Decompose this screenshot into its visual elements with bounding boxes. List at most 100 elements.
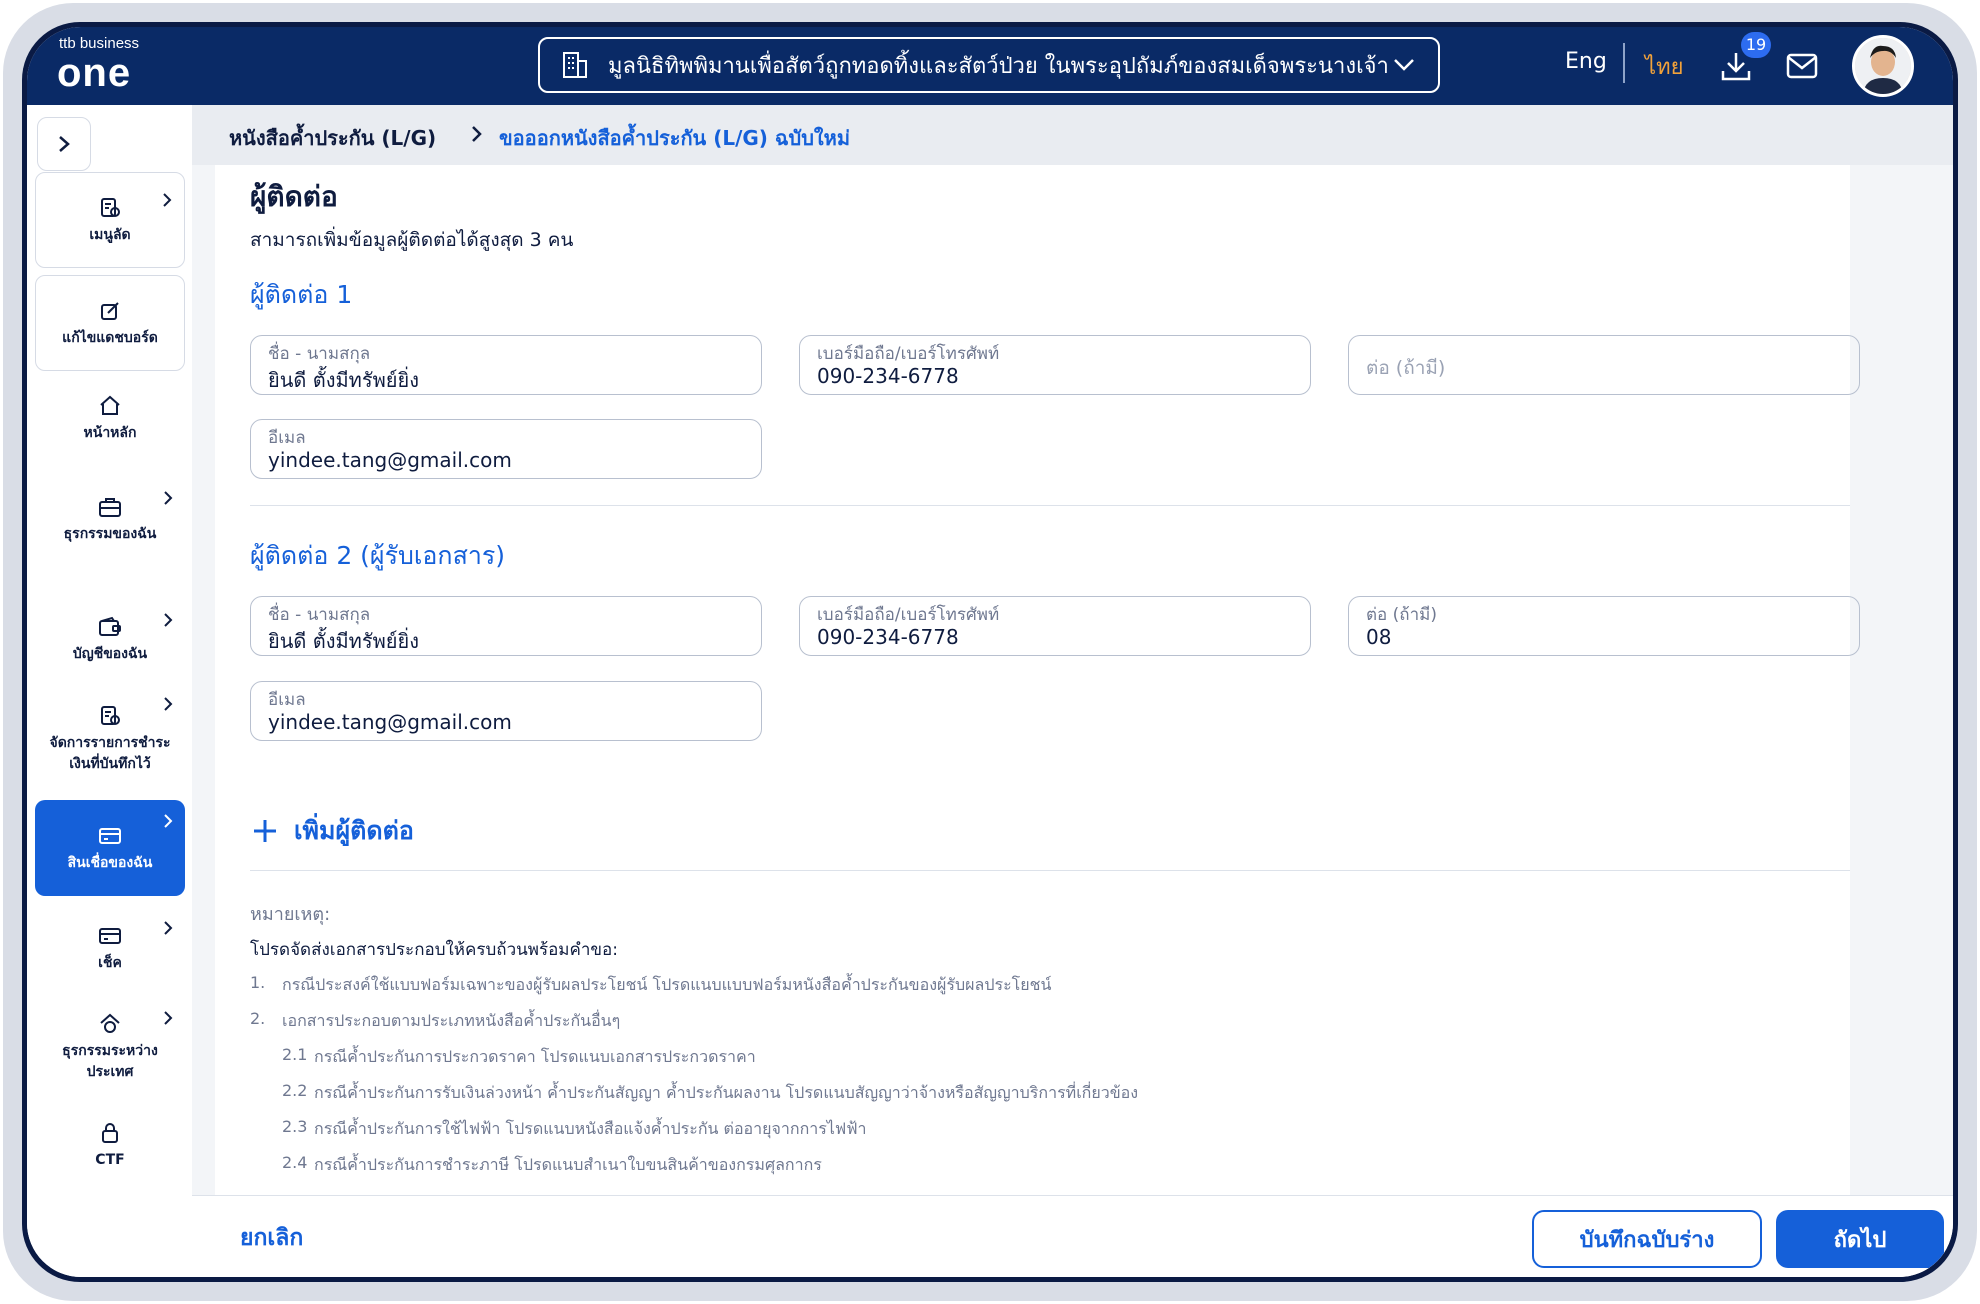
lock-icon [97, 1120, 123, 1146]
sidebar-item-label: หน้าหลัก [83, 424, 137, 441]
contact-2-email-field[interactable]: อีเมล yindee.tang@gmail.com [250, 681, 762, 741]
field-label: อีเมล [268, 690, 306, 710]
sidebar-item-label: บัญชีของฉัน [72, 645, 148, 662]
building-icon [560, 50, 590, 80]
sidebar-item-label: แก้ไขแดชบอร์ด [62, 329, 158, 346]
footer-bar: ยกเลิก บันทึกฉบับร่าง ถัดไป [192, 1195, 1953, 1277]
note-number: 2.2 [282, 1081, 308, 1100]
field-label: ชื่อ - นามสกุล [268, 605, 371, 625]
brand-small: ttb business [59, 35, 140, 52]
field-value: ยินดี ตั้งมีทรัพย์ยิ่ง [268, 629, 419, 653]
briefcase-icon [97, 494, 123, 520]
chevron-right-icon [159, 812, 177, 830]
field-placeholder: ต่อ (ถ้ามี) [1366, 357, 1446, 379]
contact-2-ext-field[interactable]: ต่อ (ถ้ามี) 08 [1348, 596, 1860, 656]
edit-icon [97, 298, 123, 324]
note-number: 1. [250, 973, 266, 992]
contact-2-name-field[interactable]: ชื่อ - นามสกุล ยินดี ตั้งมีทรัพย์ยิ่ง [250, 596, 762, 656]
field-label: เบอร์มือถือ/เบอร์โทรศัพท์ [817, 344, 1000, 364]
avatar[interactable] [1852, 35, 1914, 97]
contact-1-name-field[interactable]: ชื่อ - นามสกุล ยินดี ตั้งมีทรัพย์ยิ่ง [250, 335, 762, 395]
field-value: 090-234-6778 [817, 625, 959, 649]
organization-name: มูลนิธิทิพพิมานเพื่อสัตว์ถูกทอดทิ้งและสั… [608, 53, 1388, 79]
notes-heading: หมายเหตุ: [250, 904, 331, 925]
shortcut-icon [97, 195, 123, 221]
field-value: ยินดี ตั้งมีทรัพย์ยิ่ง [268, 368, 419, 392]
document-icon [97, 703, 123, 729]
save-draft-button[interactable]: บันทึกฉบับร่าง [1532, 1210, 1762, 1268]
note-text: เอกสารประกอบตามประเภทหนังสือค้ำประกันอื่… [282, 1011, 621, 1030]
note-number: 2.1 [282, 1045, 308, 1064]
card-icon [97, 823, 123, 849]
note-text: กรณีประสงค์ใช้แบบฟอร์มเฉพาะของผู้รับผลปร… [282, 975, 1052, 994]
language-english[interactable]: Eng [1565, 49, 1607, 74]
field-label: อีเมล [268, 428, 306, 448]
divider [250, 505, 1850, 506]
contact-1-ext-field[interactable]: ต่อ (ถ้ามี) [1348, 335, 1860, 395]
note-number: 2.4 [282, 1153, 308, 1172]
download-badge: 19 [1741, 32, 1771, 58]
sidebar-item-my-transactions[interactable]: ธุรกรรมของฉัน [35, 469, 185, 569]
breadcrumb: หนังสือค้ำประกัน (L/G) ขอออกหนังสือค้ำปร… [192, 105, 1953, 165]
sidebar: เมนูลัด แก้ไขแดชบอร์ด หน้าหลัก ธุรกรรมขอ… [27, 105, 193, 1277]
wallet-icon [97, 614, 123, 640]
sidebar-item-label: CTF [95, 1151, 125, 1168]
note-text: กรณีค้ำประกันการใช้ไฟฟ้า โปรดแนบหนังสือแ… [314, 1119, 867, 1138]
app-screen: ttb business one มูลนิธิทิพพิมานเพื่อสัต… [27, 27, 1953, 1277]
chevron-right-icon [468, 123, 488, 145]
divider [250, 870, 1850, 871]
language-thai[interactable]: ไทย [1645, 49, 1683, 84]
top-bar: ttb business one มูลนิธิทิพพิมานเพื่อสัต… [27, 27, 1953, 105]
chevron-right-icon [159, 489, 177, 507]
notes-intro: โปรดจัดส่งเอกสารประกอบให้ครบถ้วนพร้อมคำข… [250, 940, 618, 960]
breadcrumb-current: ขอออกหนังสือค้ำประกัน (L/G) ฉบับใหม่ [499, 126, 851, 150]
note-number: 2. [250, 1009, 266, 1028]
sidebar-expand-button[interactable] [37, 117, 91, 171]
sidebar-item-label: เช็ค [98, 954, 122, 971]
sidebar-item-shortcut[interactable]: เมนูลัด [35, 172, 185, 268]
brand-logo[interactable]: one [57, 51, 131, 95]
contact-1-email-field[interactable]: อีเมล yindee.tang@gmail.com [250, 419, 762, 479]
chevron-down-icon [1390, 51, 1418, 79]
sidebar-item-label: สินเชื่อของฉัน [67, 854, 153, 871]
language-divider [1623, 43, 1625, 83]
note-text: กรณีค้ำประกันการรับเงินล่วงหน้า ค้ำประกั… [314, 1083, 1139, 1102]
sidebar-item-label: เมนูลัด [89, 226, 131, 243]
contact-2-heading: ผู้ติดต่อ 2 (ผู้รับเอกสาร) [250, 541, 506, 570]
field-value: yindee.tang@gmail.com [268, 448, 512, 472]
sidebar-item-saved-payments[interactable]: จัดการรายการชำระเงินที่บันทึกไว้ [35, 687, 185, 791]
sidebar-item-international[interactable]: ธุรกรรมระหว่างประเทศ [35, 997, 185, 1097]
field-value: yindee.tang@gmail.com [268, 710, 512, 734]
organization-selector[interactable]: มูลนิธิทิพพิมานเพื่อสัตว์ถูกทอดทิ้งและสั… [538, 37, 1440, 93]
main-content: ผู้ติดต่อ สามารถเพิ่มข้อมูลผู้ติดต่อได้ส… [192, 165, 1953, 1195]
field-value: 08 [1366, 625, 1392, 649]
field-label: ชื่อ - นามสกุล [268, 344, 371, 364]
contact-1-phone-field[interactable]: เบอร์มือถือ/เบอร์โทรศัพท์ 090-234-6778 [799, 335, 1311, 395]
sidebar-item-label: จัดการรายการชำระเงินที่บันทึกไว้ [49, 735, 171, 772]
globe-icon [97, 1011, 123, 1037]
chevron-right-icon [159, 695, 177, 713]
cheque-icon [97, 923, 123, 949]
note-text: กรณีค้ำประกันการชำระภาษี โปรดแนบสำเนาใบข… [314, 1155, 822, 1174]
field-label: เบอร์มือถือ/เบอร์โทรศัพท์ [817, 605, 1000, 625]
contact-2-phone-field[interactable]: เบอร์มือถือ/เบอร์โทรศัพท์ 090-234-6778 [799, 596, 1311, 656]
chevron-right-icon [158, 191, 176, 209]
sidebar-item-ctf[interactable]: CTF [35, 1105, 185, 1185]
sidebar-item-label: ธุรกรรมของฉัน [63, 525, 157, 542]
sidebar-item-home[interactable]: หน้าหลัก [35, 375, 185, 461]
next-button[interactable]: ถัดไป [1776, 1210, 1944, 1268]
chevron-right-icon [159, 1009, 177, 1027]
mail-icon[interactable] [1785, 51, 1819, 81]
cancel-button[interactable]: ยกเลิก [240, 1220, 303, 1256]
note-text: กรณีค้ำประกันการประกวดราคา โปรดแนบเอกสาร… [314, 1047, 756, 1066]
sidebar-item-edit-dashboard[interactable]: แก้ไขแดชบอร์ด [35, 275, 185, 371]
add-contact-button[interactable]: เพิ่มผู้ติดต่อ [250, 811, 414, 851]
breadcrumb-parent[interactable]: หนังสือค้ำประกัน (L/G) [229, 122, 436, 154]
sidebar-item-my-loans[interactable]: สินเชื่อของฉัน [35, 800, 185, 896]
contact-form-panel: ผู้ติดต่อ สามารถเพิ่มข้อมูลผู้ติดต่อได้ส… [215, 165, 1860, 1195]
sidebar-item-cheque[interactable]: เช็ค [35, 913, 185, 983]
sidebar-item-my-accounts[interactable]: บัญชีของฉัน [35, 599, 185, 679]
field-label: ต่อ (ถ้ามี) [1366, 605, 1437, 625]
field-value: 090-234-6778 [817, 364, 959, 388]
contact-1-heading: ผู้ติดต่อ 1 [250, 280, 353, 309]
